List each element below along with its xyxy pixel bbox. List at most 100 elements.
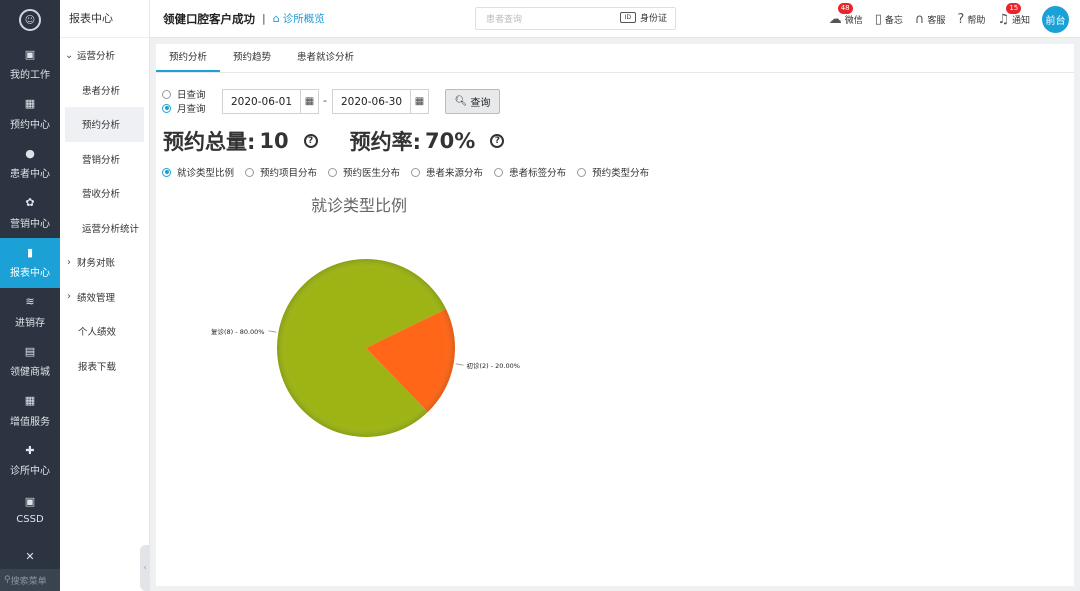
- home-icon: ⌂: [272, 12, 280, 25]
- submenu-item-2[interactable]: 预约分析: [65, 107, 144, 142]
- submenu-item-3[interactable]: 营销分析: [60, 142, 149, 177]
- memo-button[interactable]: ▯ 备忘: [875, 12, 903, 27]
- help-circle-icon[interactable]: ?: [490, 134, 505, 148]
- chart-type-label: 就诊类型比例: [177, 168, 235, 179]
- chevron-right-icon: ›: [67, 256, 71, 268]
- avatar[interactable]: 前台: [1042, 5, 1069, 33]
- help-icon: ?: [957, 11, 965, 27]
- start-date-field[interactable]: 2020-06-01 ▦: [222, 89, 319, 114]
- layers-icon: ≋: [25, 295, 35, 309]
- clinic-name: 领健口腔客户成功: [163, 11, 255, 26]
- collapse-menu-handle[interactable]: ‹: [140, 545, 150, 591]
- main-content: 预约分析 预约趋势 患者就诊分析 日查询 月查询 2020-06-01 ▦ - 20…: [156, 44, 1074, 586]
- radio-circle: [245, 167, 255, 177]
- rail-item-label: 营销中心: [10, 218, 50, 230]
- top-header: 领健口腔客户成功 | ⌂ 诊所概览 患者查询 ID 身份证 ☁ 48 微信 ▯ …: [150, 0, 1080, 38]
- tools-icon: ✕: [25, 550, 35, 564]
- chart-type-label: 患者来源分布: [426, 168, 484, 179]
- rail-item-7[interactable]: ▦ 增值服务: [0, 387, 60, 437]
- day-query-radio[interactable]: 日查询: [162, 87, 206, 101]
- rail-item-label: 诊所中心: [10, 466, 50, 478]
- total-label: 预约总量:: [163, 130, 256, 154]
- submenu-item-label: 预约分析: [82, 120, 121, 132]
- marketing-icon: ✿: [25, 196, 35, 210]
- rail-item-6[interactable]: ▤ 领健商城: [0, 337, 60, 387]
- submenu-item-label: 运营分析统计: [82, 223, 140, 235]
- chart-type-radio-2[interactable]: 预约医生分布: [328, 165, 400, 179]
- rail-item-1[interactable]: ▦ 预约中心: [0, 90, 60, 140]
- end-date-field[interactable]: 2020-06-30 ▦: [332, 89, 429, 114]
- calendar-icon[interactable]: ▦: [410, 90, 428, 113]
- rail-item-label: 进销存: [15, 317, 45, 329]
- submenu-item-label: 运营分析: [77, 51, 116, 63]
- rail-item-8[interactable]: ✚ 诊所中心: [0, 436, 60, 486]
- logo: ☺: [0, 0, 60, 40]
- submenu-item-0[interactable]: ⌄ 运营分析: [60, 38, 149, 73]
- submenu-item-label: 个人绩效: [78, 327, 117, 339]
- submenu-item-9[interactable]: 报表下载: [60, 349, 149, 384]
- chart-type-radio-4[interactable]: 患者标签分布: [494, 165, 566, 179]
- submenu-item-label: 绩效管理: [77, 292, 116, 304]
- submenu-item-1[interactable]: 患者分析: [60, 73, 149, 108]
- bar-chart-icon: ▮: [26, 245, 34, 259]
- sub-menu-title: 报表中心: [60, 0, 149, 38]
- tab-1[interactable]: 预约趋势: [220, 43, 284, 72]
- help-circle-icon[interactable]: ?: [303, 134, 318, 148]
- rail-item-0[interactable]: ▣ 我的工作: [0, 40, 60, 90]
- chart-type-label: 预约医生分布: [343, 168, 401, 179]
- rail-item-5[interactable]: ≋ 进销存: [0, 288, 60, 338]
- wechat-button[interactable]: ☁ 48 微信: [828, 2, 863, 27]
- submenu-item-6[interactable]: › 财务对账: [60, 245, 149, 280]
- chart-type-radio-3[interactable]: 患者来源分布: [411, 165, 483, 179]
- radio-circle: [411, 167, 421, 177]
- chart-type-label: 预约项目分布: [260, 168, 318, 179]
- clinic-overview-label: 诊所概览: [282, 13, 325, 25]
- radio-circle: [162, 167, 171, 177]
- start-date-value: 2020-06-01: [231, 95, 293, 108]
- pie-label-leader-1: [455, 363, 464, 366]
- wechat-icon: ☁: [828, 11, 842, 27]
- rail-item-3[interactable]: ✿ 营销中心: [0, 189, 60, 239]
- submenu-item-7[interactable]: › 绩效管理: [60, 280, 149, 315]
- calendar-icon[interactable]: ▦: [300, 90, 318, 113]
- stats-row: 预约总量: 10 ? 预约率: 70% ?: [163, 127, 505, 155]
- query-button-label: 查询: [470, 98, 491, 109]
- rail-item-2[interactable]: ● 患者中心: [0, 139, 60, 189]
- service-button[interactable]: ∩ 客服: [915, 12, 946, 27]
- rail-item-9[interactable]: ▣ CSSD: [0, 486, 60, 536]
- sub-menu: 报表中心 ⌄ 运营分析 患者分析 预约分析 营销分析 营收分析 运营分析统计 › 财务对账 › 绩效…: [60, 0, 150, 591]
- submenu-item-label: 患者分析: [82, 85, 121, 97]
- pie-label-leader-0: [268, 330, 277, 333]
- month-query-radio[interactable]: 月查询: [162, 101, 206, 115]
- menu-search-input[interactable]: ⚲ 搜索菜单: [0, 569, 60, 591]
- patient-search-input[interactable]: 患者查询 ID 身份证: [475, 7, 676, 30]
- month-query-radio-circle: [162, 103, 171, 113]
- grid-icon: ▦: [24, 394, 36, 408]
- chart-title: 就诊类型比例: [311, 196, 408, 215]
- rail-item-label: 我的工作: [10, 70, 50, 82]
- chart-type-radio-0[interactable]: 就诊类型比例: [162, 165, 234, 179]
- memo-icon: ▯: [874, 11, 882, 27]
- tab-0[interactable]: 预约分析: [156, 43, 221, 72]
- headset-icon: ∩: [914, 11, 925, 27]
- rail-item-label: 患者中心: [10, 169, 50, 181]
- rail-item-label: 报表中心: [10, 268, 50, 280]
- submenu-item-8[interactable]: 个人绩效: [60, 314, 149, 349]
- help-button[interactable]: ? 帮助: [957, 12, 985, 27]
- notice-badge: 15: [1006, 2, 1022, 14]
- notice-button[interactable]: ♫ 15 通知: [997, 2, 1030, 27]
- user-icon: ●: [25, 146, 35, 160]
- page-tabs: 预约分析 预约趋势 患者就诊分析: [156, 44, 1074, 73]
- chart-type-radio-5[interactable]: 预约类型分布: [577, 165, 649, 179]
- submenu-item-5[interactable]: 运营分析统计: [60, 211, 149, 246]
- id-card-label: 身份证: [639, 14, 667, 24]
- chart-type-radio-1[interactable]: 预约项目分布: [245, 165, 317, 179]
- rail-item-4[interactable]: ▮ 报表中心: [0, 238, 60, 288]
- query-button[interactable]: 🔍︎ 查询: [445, 89, 500, 114]
- clinic-overview-link[interactable]: ⌂ 诊所概览: [273, 11, 325, 26]
- id-card-button[interactable]: ID 身份证: [619, 11, 667, 24]
- main-nav-rail: ☺ ▣ 我的工作 ▦ 预约中心 ● 患者中心 ✿ 营销中心 ▮ 报表中心 ≋ 进销存 ▤ 领健商城 ▦ 增值服…: [0, 0, 60, 591]
- submenu-item-4[interactable]: 营收分析: [60, 176, 149, 211]
- patient-search-placeholder: 患者查询: [486, 15, 523, 25]
- tab-2[interactable]: 患者就诊分析: [284, 43, 367, 72]
